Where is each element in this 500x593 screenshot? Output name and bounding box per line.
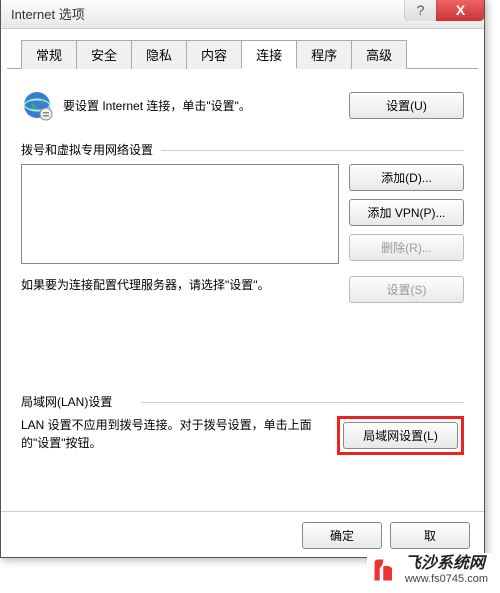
watermark-icon	[371, 556, 399, 584]
add-button[interactable]: 添加(D)...	[349, 164, 464, 191]
proxy-row: 如果要为连接配置代理服务器，请选择"设置"。 设置(S)	[21, 276, 464, 303]
lan-text: LAN 设置不应用到拨号连接。对于拨号设置，单击上面的"设置"按钮。	[21, 416, 327, 452]
watermark-title: 飞沙系统网	[405, 555, 488, 573]
internet-options-dialog: Internet 选项 ? X 常规 安全 隐私 内容 连接 程序 高级	[0, 0, 485, 558]
tab-advanced[interactable]: 高级	[351, 40, 407, 69]
highlight-annotation: 局域网设置(L)	[337, 416, 464, 455]
tab-connections[interactable]: 连接	[241, 40, 297, 69]
lan-row: LAN 设置不应用到拨号连接。对于拨号设置，单击上面的"设置"按钮。 局域网设置…	[21, 416, 464, 455]
tab-content[interactable]: 内容	[186, 40, 242, 69]
watermark: 飞沙系统网 www.fs0745.com	[367, 553, 492, 587]
titlebar: Internet 选项 ? X	[1, 0, 484, 29]
setup-row: 要设置 Internet 连接，单击"设置"。 设置(U)	[21, 89, 464, 121]
lan-section-label: 局域网(LAN)设置	[21, 393, 464, 410]
dial-section-label: 拨号和虚拟专用网络设置	[21, 141, 464, 158]
watermark-text: 飞沙系统网 www.fs0745.com	[405, 555, 488, 585]
tab-security[interactable]: 安全	[76, 40, 132, 69]
add-vpn-button[interactable]: 添加 VPN(P)...	[349, 199, 464, 226]
tab-programs[interactable]: 程序	[296, 40, 352, 69]
window-title: Internet 选项	[11, 4, 85, 23]
lan-settings-button[interactable]: 局域网设置(L)	[343, 422, 458, 449]
watermark-url: www.fs0745.com	[405, 573, 488, 585]
dial-buttons: 添加(D)... 添加 VPN(P)... 删除(R)...	[349, 164, 464, 264]
tab-privacy[interactable]: 隐私	[131, 40, 187, 69]
tab-strip: 常规 安全 隐私 内容 连接 程序 高级	[7, 29, 478, 69]
globe-icon	[21, 89, 53, 121]
tab-general[interactable]: 常规	[21, 40, 77, 69]
remove-button: 删除(R)...	[349, 234, 464, 261]
dial-area: 添加(D)... 添加 VPN(P)... 删除(R)...	[21, 164, 464, 264]
titlebar-buttons: ? X	[404, 0, 484, 21]
connections-listbox[interactable]	[21, 164, 339, 264]
proxy-text: 如果要为连接配置代理服务器，请选择"设置"。	[21, 276, 339, 294]
tab-content-area: 要设置 Internet 连接，单击"设置"。 设置(U) 拨号和虚拟专用网络设…	[1, 69, 484, 465]
proxy-settings-button: 设置(S)	[349, 276, 464, 303]
close-button[interactable]: X	[436, 0, 484, 21]
setup-button[interactable]: 设置(U)	[349, 92, 464, 119]
ok-button[interactable]: 确定	[302, 522, 382, 549]
dialog-button-bar: 确定 取	[1, 511, 484, 549]
cancel-button[interactable]: 取	[390, 522, 470, 549]
help-button[interactable]: ?	[404, 0, 436, 21]
setup-text: 要设置 Internet 连接，单击"设置"。	[63, 97, 339, 114]
